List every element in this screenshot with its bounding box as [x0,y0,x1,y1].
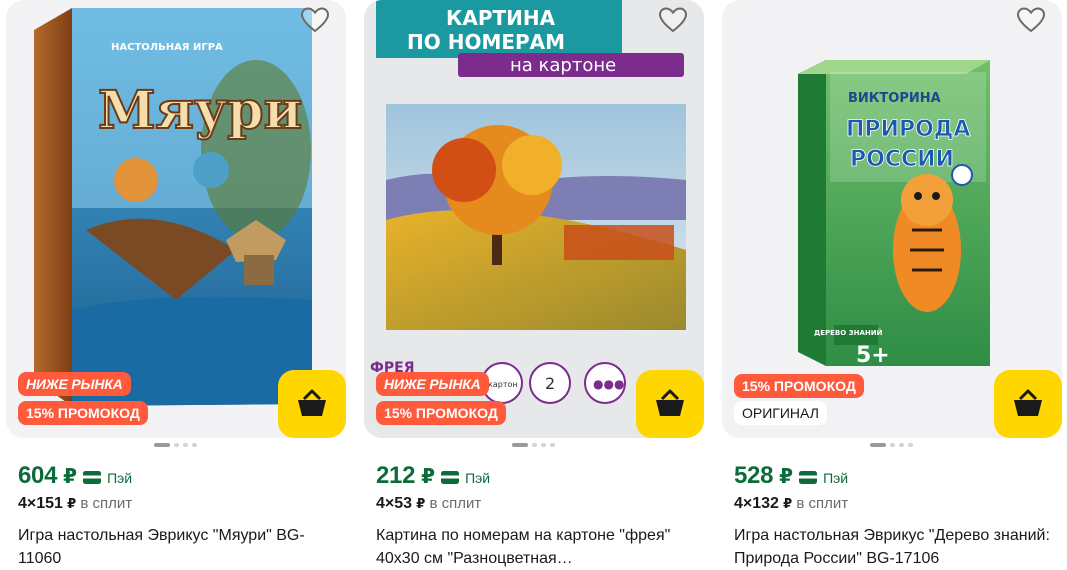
pagination-dot [550,443,555,447]
split-amount: 151 [36,495,63,512]
badge-below-market: НИЖЕ РЫНКА [18,372,131,396]
card-pay-icon [83,471,102,484]
image-pagination-dots [512,443,555,447]
add-to-cart-button[interactable] [994,370,1062,438]
image-label-top: НАСТОЛЬНАЯ ИГРА [111,42,223,53]
pagination-dot [532,443,537,447]
split-count: 4 [376,495,385,512]
heart-outline-icon [1016,7,1046,33]
split-payment-row: 4×132 ₽ в сплит [734,495,848,513]
split-times: × [384,495,395,512]
image-label-line1: КАРТИНА [446,6,556,30]
favorite-button[interactable] [300,6,330,34]
pagination-dot [541,443,546,447]
image-side: ДЕРЕВО ЗНАНИЙ [814,328,883,337]
split-label: в сплит [796,495,849,512]
image-label-line2: ПО НОМЕРАМ [407,30,565,54]
image-circle-3: ●●● [593,377,624,391]
price-row: 604 ₽ Пэй [18,462,132,492]
heart-outline-icon [300,7,330,33]
price-currency: ₽ [63,466,78,488]
split-payment-row: 4×53 ₽ в сплит [376,495,481,513]
pay-label: Пэй [107,470,133,486]
pagination-dot [183,443,188,447]
image-label-l1: ПРИРОДА [846,117,970,142]
product-card[interactable]: НАСТОЛЬНАЯ ИГРА Мяури НИЖЕ РЫНКА 15% ПРО… [6,0,346,570]
card-pay-icon [441,471,460,484]
add-to-cart-button[interactable] [278,370,346,438]
split-count: 4 [18,495,27,512]
image-pagination-dots [154,443,197,447]
badge-promo: 15% ПРОМОКОД [18,401,148,425]
pay-label: Пэй [465,470,491,486]
product-title[interactable]: Картина по номерам на картоне "фрея" 40x… [376,524,696,570]
price-row: 528 ₽ Пэй [734,462,848,492]
basket-icon [1014,389,1042,416]
split-amount: 132 [752,495,779,512]
image-label-top: ВИКТОРИНА [848,91,941,106]
favorite-button[interactable] [1016,6,1046,34]
add-to-cart-button[interactable] [636,370,704,438]
pagination-dot-active [870,443,886,447]
basket-icon [656,389,684,416]
price-row: 212 ₽ Пэй [376,462,490,492]
product-image-area[interactable]: НАСТОЛЬНАЯ ИГРА Мяури НИЖЕ РЫНКА 15% ПРО… [6,0,346,438]
image-age: 5+ [856,343,890,368]
pagination-dot [192,443,197,447]
heart-outline-icon [658,7,688,33]
price-value: 212 [376,462,416,489]
split-currency: ₽ [416,496,426,511]
basket-icon [298,389,326,416]
split-count: 4 [734,495,743,512]
badge-below-market: НИЖЕ РЫНКА [376,372,489,396]
price-currency: ₽ [779,466,794,488]
image-label-l2: РОССИИ [850,147,954,172]
split-payment-row: 4×151 ₽ в сплит [18,495,132,513]
pagination-dot [908,443,913,447]
favorite-button[interactable] [658,6,688,34]
badge-promo: 15% ПРОМОКОД [376,401,506,425]
price-value: 604 [18,462,58,489]
product-image-area[interactable]: ВИКТОРИНА ПРИРОДА РОССИИ 5+ ДЕРЕВО ЗНАНИ… [722,0,1062,438]
pagination-dot [174,443,179,447]
product-image-area[interactable]: КАРТИНА ПО НОМЕРАМ на картоне ФРЕЯ карто… [364,0,704,438]
price-value: 528 [734,462,774,489]
image-circle-2: 2 [545,374,555,393]
product-grid: НАСТОЛЬНАЯ ИГРА Мяури НИЖЕ РЫНКА 15% ПРО… [0,0,1067,570]
card-pay-icon [799,471,818,484]
split-label: в сплит [429,495,482,512]
split-times: × [26,495,37,512]
image-label-line3: на картоне [510,55,616,76]
split-label: в сплит [80,495,133,512]
product-title[interactable]: Игра настольная Эврикус "Дерево знаний: … [734,524,1054,570]
badge-original: ОРИГИНАЛ [734,401,827,425]
product-title[interactable]: Игра настольная Эврикус "Мяури" BG-11060 [18,524,338,570]
split-times: × [742,495,753,512]
pagination-dot [890,443,895,447]
product-card[interactable]: КАРТИНА ПО НОМЕРАМ на картоне ФРЕЯ карто… [364,0,704,570]
product-card[interactable]: ВИКТОРИНА ПРИРОДА РОССИИ 5+ ДЕРЕВО ЗНАНИ… [722,0,1062,570]
split-amount: 53 [394,495,413,512]
pagination-dot-active [154,443,170,447]
pagination-dot-active [512,443,528,447]
split-currency: ₽ [67,496,77,511]
image-pagination-dots [870,443,913,447]
image-circle-1: картон [488,380,518,389]
image-label-name: Мяури [98,80,302,141]
pay-label: Пэй [823,470,849,486]
price-currency: ₽ [421,466,436,488]
split-currency: ₽ [783,496,793,511]
badge-promo: 15% ПРОМОКОД [734,374,864,398]
pagination-dot [899,443,904,447]
